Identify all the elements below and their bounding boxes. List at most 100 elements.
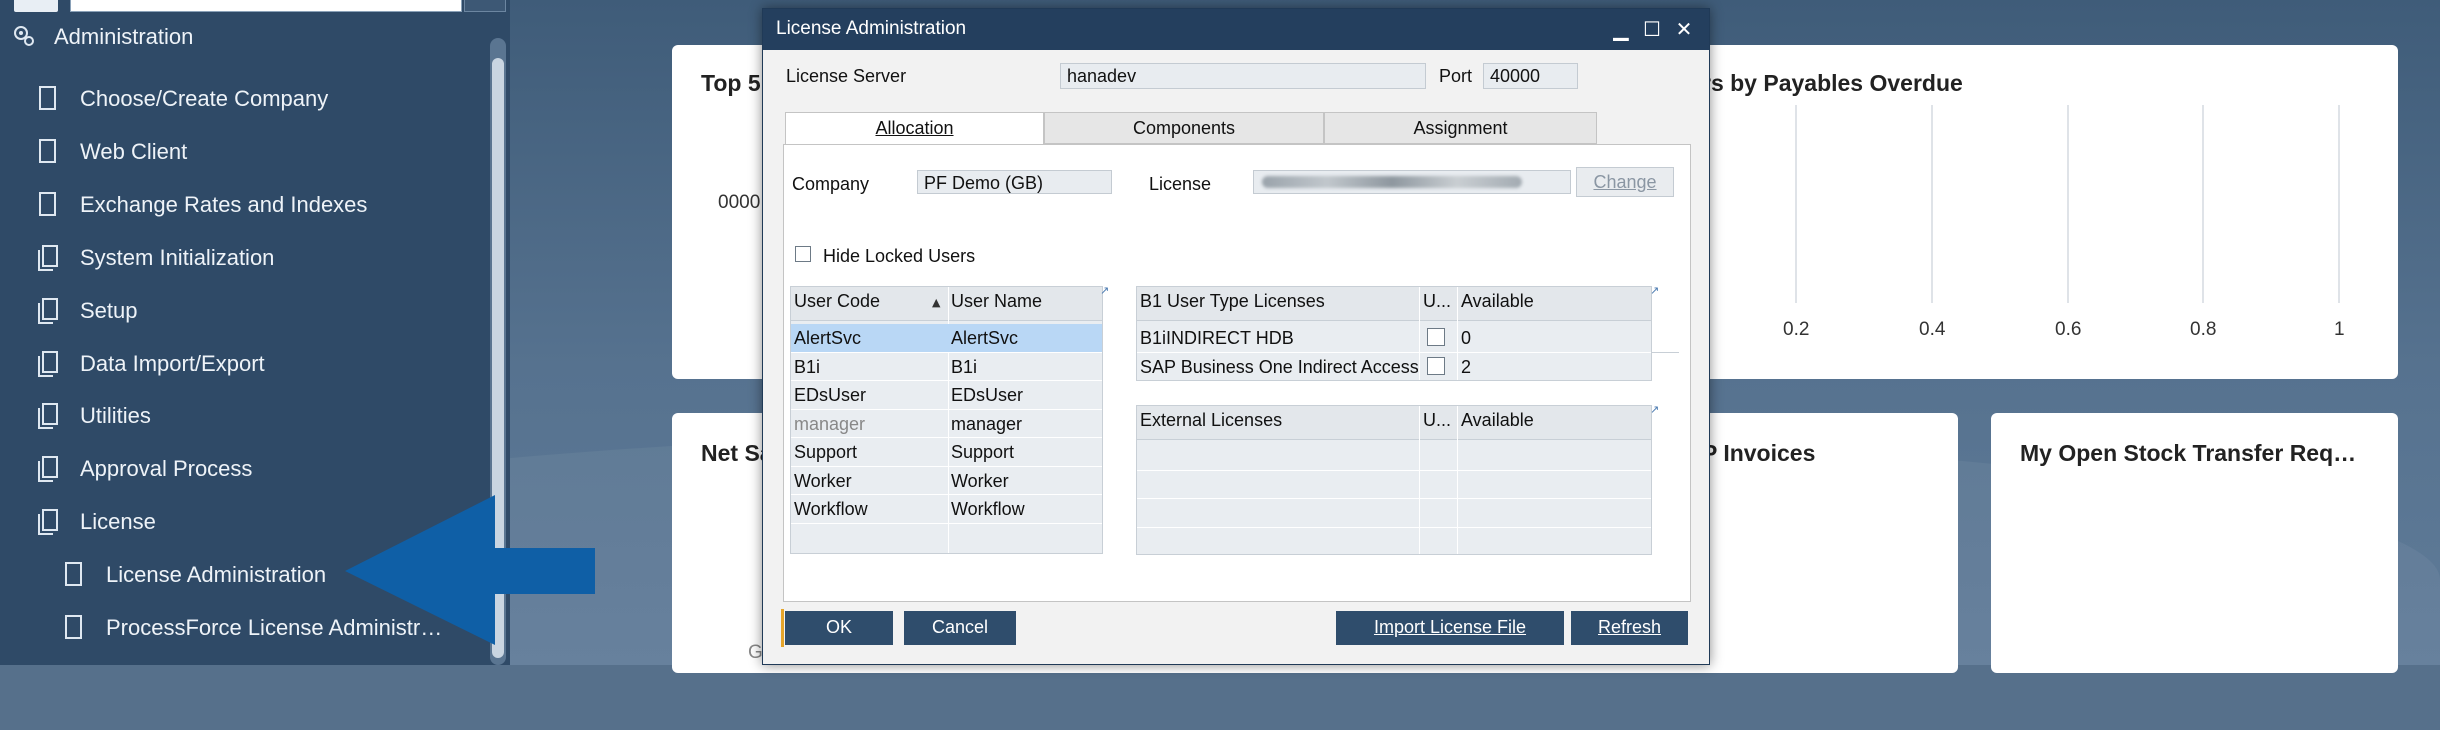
license-redacted-blur	[1262, 176, 1522, 188]
card-title: rs by Payables Overdue	[1702, 70, 1963, 96]
card-footer: G	[748, 642, 763, 663]
user-code-cell: B1i	[794, 357, 821, 377]
ok-button[interactable]: OK	[785, 611, 893, 645]
column-header-b1-type[interactable]: B1 User Type Licenses	[1140, 287, 1325, 315]
sort-asc-icon: ▲	[932, 296, 941, 309]
user-code-cell: AlertSvc	[794, 328, 862, 348]
user-name-cell: Worker	[951, 471, 1009, 491]
change-button-label: Change	[1593, 172, 1657, 192]
tab-allocation[interactable]: Allocation	[785, 112, 1044, 145]
license-label: License	[1149, 174, 1212, 194]
row-divider	[1137, 498, 1651, 499]
folder-open-icon	[36, 508, 60, 536]
user-name-cell: Workflow	[951, 499, 1025, 519]
license-server-field[interactable]: hanadev	[1060, 63, 1426, 89]
card-title: Top 5	[701, 70, 761, 96]
license-used-checkbox[interactable]	[1427, 357, 1445, 375]
folder-icon	[36, 297, 60, 325]
license-available-cell: 2	[1461, 357, 1472, 377]
column-header-used[interactable]: U...	[1423, 406, 1451, 434]
license-type-cell: B1iINDIRECT HDB	[1140, 328, 1294, 348]
license-server-label: License Server	[786, 66, 907, 86]
table-row[interactable]: Support Support	[791, 438, 1102, 466]
change-button[interactable]: Change	[1576, 167, 1674, 197]
tab-label: Assignment	[1413, 118, 1508, 138]
refresh-button[interactable]: Refresh	[1571, 611, 1688, 645]
sidebar-item-label: Setup	[80, 298, 138, 323]
close-icon[interactable]: ✕	[1670, 14, 1698, 44]
column-header-available[interactable]: Available	[1461, 287, 1534, 315]
expand-corner-icon[interactable]: ↗	[1650, 403, 1659, 416]
minimize-icon[interactable]: ▁	[1607, 14, 1635, 44]
search-input[interactable]	[70, 0, 462, 12]
column-header-external[interactable]: External Licenses	[1140, 406, 1282, 434]
user-code-cell: Workflow	[794, 499, 868, 519]
table-row[interactable]: B1i B1i	[791, 353, 1102, 381]
annotation-arrow-icon	[340, 495, 600, 645]
maximize-icon[interactable]: ☐	[1638, 14, 1666, 44]
table-row[interactable]: manager manager	[791, 410, 1102, 438]
folder-icon	[36, 244, 60, 272]
page-icon	[62, 614, 86, 642]
license-used-checkbox[interactable]	[1427, 328, 1445, 346]
port-field[interactable]: 40000	[1483, 63, 1578, 89]
search-button[interactable]	[464, 0, 506, 12]
axis-tick-label: 0.6	[2055, 319, 2082, 340]
table-row[interactable]: Workflow Workflow	[791, 495, 1102, 523]
grid-line	[2338, 105, 2340, 303]
cancel-button[interactable]: Cancel	[904, 611, 1016, 645]
row-divider	[1137, 470, 1651, 471]
card-title: P Invoices	[1702, 440, 1816, 466]
sidebar-item-label: Approval Process	[80, 456, 253, 481]
table-row[interactable]: B1iINDIRECT HDB 0	[1137, 324, 1651, 352]
hide-locked-label: Hide Locked Users	[823, 246, 976, 266]
admin-gear-icon	[10, 22, 38, 50]
sidebar-item-label: System Initialization	[80, 245, 275, 270]
tab-label: Components	[1132, 118, 1236, 138]
axis-tick-label: 0.2	[1783, 319, 1810, 340]
grid-column-divider	[1419, 406, 1420, 554]
table-row[interactable]: EDsUser EDsUser	[791, 381, 1102, 409]
card-title: My Open Stock Transfer Req…	[2020, 440, 2357, 466]
column-header-available[interactable]: Available	[1461, 406, 1534, 434]
page-icon	[36, 191, 60, 219]
user-name-cell: Support	[951, 442, 1015, 462]
focus-indicator	[781, 609, 784, 647]
sidebar-top-button[interactable]	[14, 0, 58, 12]
column-header-used[interactable]: U...	[1423, 287, 1451, 315]
folder-icon	[36, 350, 60, 378]
axis-tick-label: 1	[2334, 319, 2345, 340]
table-row[interactable]: SAP Business One Indirect Access U 2	[1137, 353, 1651, 381]
column-header-user-name[interactable]: User Name	[951, 287, 1042, 315]
page-icon	[62, 561, 86, 589]
sidebar-item-label: License Administration	[106, 562, 327, 587]
import-button-label: Import License File	[1373, 617, 1527, 637]
expand-corner-icon[interactable]: ↗	[1100, 284, 1109, 297]
import-license-file-button[interactable]: Import License File	[1336, 611, 1564, 645]
column-header-user-code[interactable]: User Code	[794, 287, 880, 315]
grid-column-divider	[1457, 406, 1458, 554]
grid-line	[1795, 105, 1797, 303]
sidebar-item-label: License	[80, 509, 156, 534]
license-type-cell: SAP Business One Indirect Access U	[1140, 357, 1418, 377]
card-value: 0000	[718, 192, 761, 213]
grid-line	[1931, 105, 1933, 303]
tab-assignment[interactable]: Assignment	[1324, 112, 1597, 144]
table-row[interactable]: AlertSvc AlertSvc	[791, 324, 1102, 352]
user-name-cell: B1i	[951, 357, 978, 377]
axis-tick-label: 0.8	[2190, 319, 2217, 340]
row-divider	[1137, 527, 1651, 528]
row-divider	[791, 523, 1102, 524]
sidebar-header-administration[interactable]: Administration	[54, 24, 193, 50]
hide-locked-checkbox[interactable]	[795, 246, 811, 262]
company-field[interactable]: PF Demo (GB)	[917, 170, 1112, 194]
folder-icon	[36, 402, 60, 430]
page-icon	[36, 138, 60, 166]
expand-corner-icon[interactable]: ↗	[1650, 284, 1659, 297]
dialog-title: License Administration	[776, 18, 967, 39]
sidebar-item-label: Exchange Rates and Indexes	[80, 192, 368, 217]
table-row[interactable]: Worker Worker	[791, 467, 1102, 495]
axis-tick-label: 0.4	[1919, 319, 1946, 340]
license-available-cell: 0	[1461, 328, 1472, 348]
tab-components[interactable]: Components	[1044, 112, 1324, 144]
